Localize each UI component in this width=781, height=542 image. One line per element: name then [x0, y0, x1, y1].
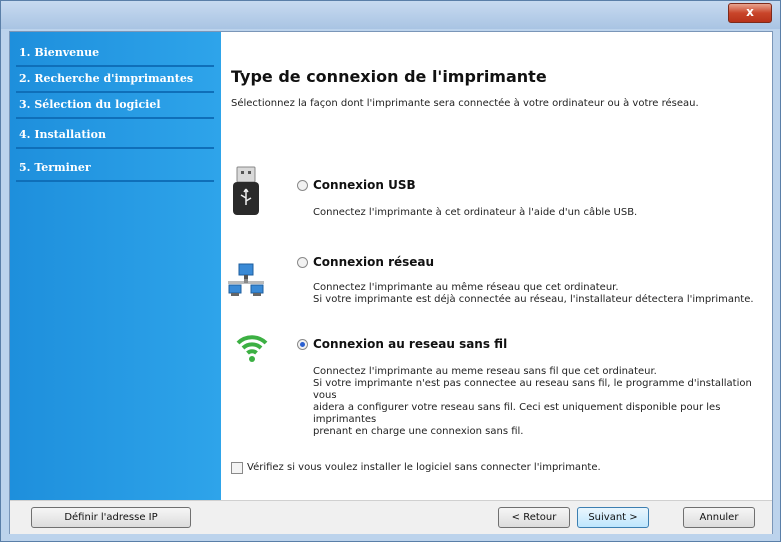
page-subtitle: Sélectionnez la façon dont l'imprimante … [231, 98, 699, 109]
wireless-radio[interactable] [297, 339, 308, 350]
sidebar-item-recherche: 2. Recherche d'imprimantes [16, 67, 214, 93]
steps-sidebar: 1. Bienvenue 2. Recherche d'imprimantes … [10, 32, 221, 500]
desc-line: Connectez l'imprimante au même réseau qu… [313, 282, 619, 293]
set-ip-button[interactable]: Définir l'adresse IP [31, 507, 191, 528]
sidebar-item-selection: 3. Sélection du logiciel [16, 93, 214, 119]
network-option-desc: Connectez l'imprimante au même réseau qu… [313, 282, 754, 306]
desc-line: Si votre imprimante n'est pas connectee … [313, 378, 752, 401]
usb-option-label[interactable]: Connexion USB [313, 178, 416, 192]
back-button[interactable]: < Retour [498, 507, 570, 528]
desc-line: prenant en charge une connexion sans fil… [313, 426, 524, 437]
installer-window: x 1. Bienvenue 2. Recherche d'imprimante… [0, 0, 781, 542]
wifi-icon [235, 332, 269, 366]
desc-line: Si votre imprimante est déjà connectée a… [313, 294, 754, 305]
title-bar: x [1, 1, 780, 29]
network-option-label[interactable]: Connexion réseau [313, 255, 434, 269]
sidebar-item-terminer: 5. Terminer [16, 156, 214, 182]
desc-line: Connectez l'imprimante au meme reseau sa… [313, 366, 657, 377]
usb-drive-icon [231, 165, 261, 221]
button-bar: Définir l'adresse IP < Retour Suivant > … [10, 500, 772, 534]
main-panel: Type de connexion de l'imprimante Sélect… [221, 32, 772, 500]
usb-option-desc: Connectez l'imprimante à cet ordinateur … [313, 207, 637, 219]
desc-line: aidera a configurer votre reseau sans fi… [313, 402, 721, 425]
page-title: Type de connexion de l'imprimante [231, 67, 547, 86]
sidebar-item-installation: 4. Installation [16, 123, 214, 149]
client-area: 1. Bienvenue 2. Recherche d'imprimantes … [9, 31, 773, 534]
next-button[interactable]: Suivant > [577, 507, 649, 528]
no-printer-checkbox-label[interactable]: Vérifiez si vous voulez installer le log… [247, 462, 601, 474]
desc-line: Connectez l'imprimante à cet ordinateur … [313, 207, 638, 218]
network-radio[interactable] [297, 257, 308, 268]
usb-radio[interactable] [297, 180, 308, 191]
wireless-option-label[interactable]: Connexion au reseau sans fil [313, 337, 507, 351]
network-icon [228, 263, 264, 303]
no-printer-checkbox[interactable] [231, 462, 243, 474]
wireless-option-desc: Connectez l'imprimante au meme reseau sa… [313, 366, 772, 438]
cancel-button[interactable]: Annuler [683, 507, 755, 528]
close-button[interactable]: x [728, 3, 772, 23]
sidebar-item-bienvenue: 1. Bienvenue [16, 41, 214, 67]
